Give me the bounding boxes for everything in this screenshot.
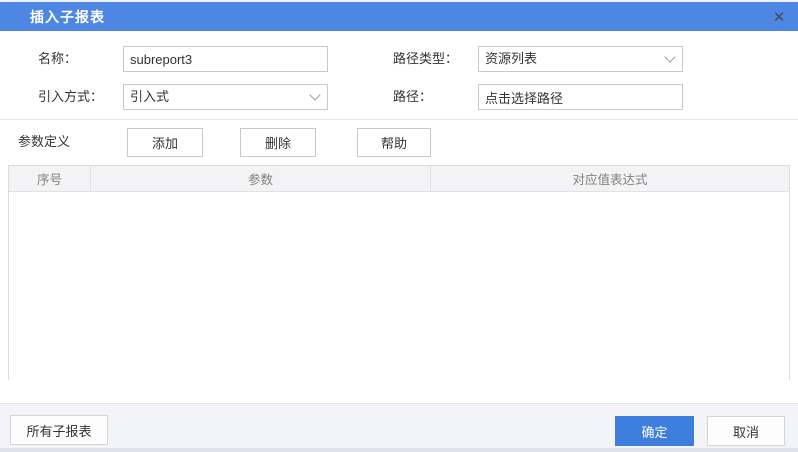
import-mode-select[interactable]: 引入式	[123, 84, 328, 110]
path-input[interactable]	[478, 84, 683, 110]
add-button[interactable]: 添加	[127, 128, 203, 157]
dialog-title-bar: 插入子报表 ✕	[0, 2, 798, 31]
insert-subreport-dialog: 插入子报表 ✕ 名称： 路径类型： 资源列表 引入方式： 引入式 路径： 参数定…	[0, 0, 798, 452]
table-header-row: 序号 参数 对应值表达式	[9, 166, 789, 192]
column-header-expression: 对应值表达式	[572, 173, 648, 187]
column-header-param: 参数	[91, 166, 431, 191]
all-subreports-button[interactable]: 所有子报表	[10, 415, 108, 445]
help-button[interactable]: 帮助	[357, 128, 431, 157]
section-divider	[0, 119, 798, 120]
chevron-down-icon	[664, 51, 676, 63]
delete-button[interactable]: 删除	[240, 128, 316, 157]
path-label: 路径：	[393, 89, 433, 104]
path-type-select[interactable]: 资源列表	[478, 46, 683, 72]
chevron-down-icon	[309, 89, 321, 101]
dialog-footer: 所有子报表 确定 取消	[0, 403, 798, 448]
cancel-button[interactable]: 取消	[707, 416, 785, 446]
name-input[interactable]	[123, 46, 328, 72]
path-type-selected-value: 资源列表	[485, 51, 538, 66]
window-bottom-edge	[0, 448, 798, 452]
import-mode-selected-value: 引入式	[130, 89, 170, 104]
close-icon[interactable]: ✕	[768, 6, 790, 28]
import-mode-label: 引入方式：	[38, 89, 104, 104]
param-definition-label: 参数定义	[18, 134, 71, 149]
dialog-title: 插入子报表	[30, 8, 105, 25]
path-type-label: 路径类型：	[393, 51, 459, 66]
column-header-seq: 序号	[9, 166, 91, 191]
ok-button[interactable]: 确定	[615, 416, 694, 446]
table-body-empty[interactable]	[9, 192, 789, 380]
parameter-table: 序号 参数 对应值表达式	[8, 165, 790, 380]
name-label: 名称：	[38, 51, 78, 66]
